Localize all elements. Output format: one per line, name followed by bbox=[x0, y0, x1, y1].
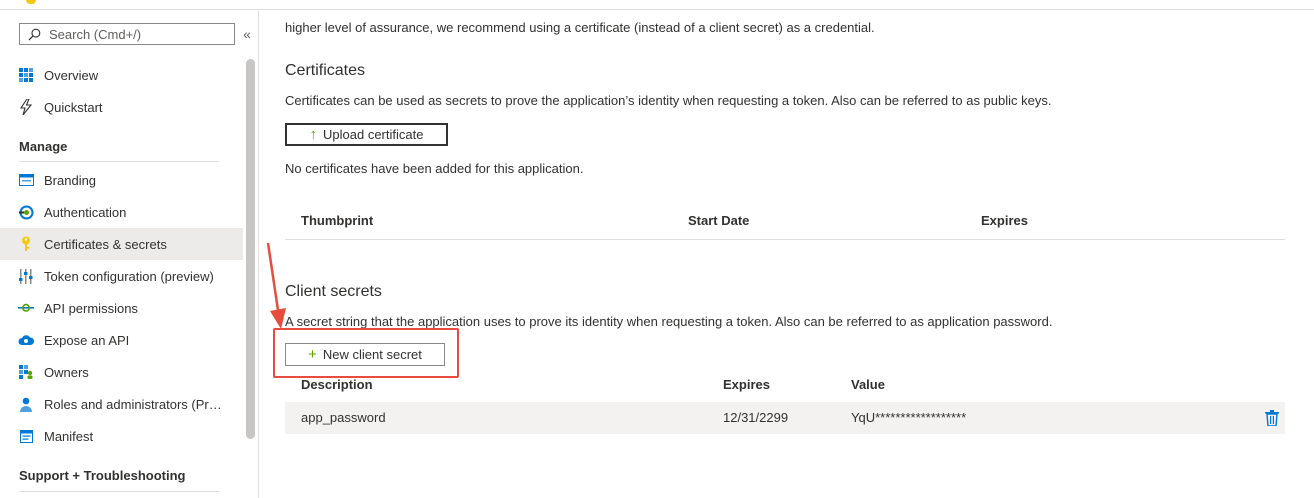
logo-icon bbox=[26, 0, 36, 4]
secret-expires: 12/31/2299 bbox=[723, 410, 789, 425]
certificates-empty-text: No certificates have been added for this… bbox=[285, 161, 584, 176]
divider bbox=[19, 491, 219, 492]
main-content: higher level of assurance, we recommend … bbox=[260, 11, 1314, 498]
sidebar-item-owners[interactable]: Owners bbox=[0, 356, 243, 388]
cloud-icon bbox=[18, 332, 34, 348]
upload-certificate-label: Upload certificate bbox=[323, 127, 424, 142]
sidebar-item-label: Manifest bbox=[44, 428, 94, 444]
sidebar-scrollbar[interactable] bbox=[246, 59, 255, 439]
sidebar-item-authentication[interactable]: Authentication bbox=[0, 196, 243, 228]
plus-icon: + bbox=[308, 346, 317, 363]
new-client-secret-button[interactable]: + New client secret bbox=[285, 343, 445, 366]
top-bar bbox=[0, 0, 1314, 10]
grid-icon bbox=[18, 67, 34, 83]
sidebar-item-label: Branding bbox=[44, 172, 97, 188]
sidebar-item-manifest[interactable]: Manifest bbox=[0, 420, 243, 452]
sidebar-item-label: Overview bbox=[44, 67, 99, 83]
certificates-table-header: Thumbprint Start Date Expires bbox=[285, 202, 1285, 240]
sidebar-item-label: API permissions bbox=[44, 300, 138, 316]
sidebar-item-overview[interactable]: Overview bbox=[0, 59, 243, 91]
search-box[interactable] bbox=[19, 23, 235, 45]
sidebar-item-label: Roles and administrators (Preview) bbox=[44, 396, 224, 412]
secrets-table-header: Description Expires Value bbox=[285, 366, 1285, 404]
sidebar-item-label: Authentication bbox=[44, 204, 127, 220]
sidebar-item-label: Owners bbox=[44, 364, 89, 380]
owners-icon bbox=[18, 364, 34, 380]
secret-value: YqU****************** bbox=[851, 410, 967, 425]
certificates-description: Certificates can be used as secrets to p… bbox=[285, 93, 1052, 108]
sidebar-item-token-configuration[interactable]: Token configuration (preview) bbox=[0, 260, 243, 292]
support-section-header: Support + Troubleshooting bbox=[19, 468, 186, 483]
certificates-title: Certificates bbox=[285, 62, 366, 79]
sidebar-item-branding[interactable]: Branding bbox=[0, 164, 243, 196]
upload-certificate-button[interactable]: ↑ Upload certificate bbox=[285, 123, 448, 146]
sidebar-item-label: Token configuration (preview) bbox=[44, 268, 214, 284]
divider bbox=[19, 161, 219, 162]
sidebar-item-expose-an-api[interactable]: Expose an API bbox=[0, 324, 243, 356]
sidebar-item-quickstart[interactable]: Quickstart bbox=[0, 91, 243, 123]
collapse-sidebar-button[interactable]: « bbox=[240, 26, 254, 42]
sliders-icon bbox=[18, 268, 34, 284]
client-secrets-title: Client secrets bbox=[285, 283, 382, 300]
sidebar: « Overview Quickstart Manage Branding Au… bbox=[0, 11, 259, 498]
column-header-expires[interactable]: Expires bbox=[981, 202, 1028, 240]
column-header-thumbprint[interactable]: Thumbprint bbox=[301, 202, 373, 240]
sidebar-item-roles-administrators[interactable]: Roles and administrators (Preview) bbox=[0, 388, 243, 420]
new-client-secret-label: New client secret bbox=[322, 347, 422, 362]
trash-icon[interactable] bbox=[1265, 410, 1279, 426]
column-header-value[interactable]: Value bbox=[851, 366, 885, 404]
manifest-icon bbox=[18, 428, 34, 444]
lightning-icon bbox=[18, 99, 34, 115]
sidebar-item-certificates-secrets[interactable]: Certificates & secrets bbox=[0, 228, 243, 260]
roles-icon bbox=[18, 396, 34, 412]
column-header-expires[interactable]: Expires bbox=[723, 366, 770, 404]
authentication-icon bbox=[18, 204, 34, 220]
sidebar-item-api-permissions[interactable]: API permissions bbox=[0, 292, 243, 324]
table-row[interactable]: app_password 12/31/2299 YqU*************… bbox=[285, 402, 1285, 434]
sidebar-item-label: Certificates & secrets bbox=[44, 236, 167, 252]
branding-icon bbox=[18, 172, 34, 188]
key-icon bbox=[18, 236, 34, 252]
column-header-description[interactable]: Description bbox=[301, 366, 373, 404]
secret-description: app_password bbox=[301, 410, 386, 425]
intro-text: higher level of assurance, we recommend … bbox=[285, 20, 875, 35]
column-header-start-date[interactable]: Start Date bbox=[688, 202, 749, 240]
sidebar-item-label: Quickstart bbox=[44, 99, 103, 115]
api-icon bbox=[18, 300, 34, 316]
client-secrets-description: A secret string that the application use… bbox=[285, 314, 1053, 329]
manage-section-header: Manage bbox=[19, 139, 68, 154]
search-icon bbox=[28, 28, 41, 40]
search-input[interactable] bbox=[49, 26, 229, 42]
upload-arrow-icon: ↑ bbox=[309, 126, 318, 143]
sidebar-item-label: Expose an API bbox=[44, 332, 130, 348]
